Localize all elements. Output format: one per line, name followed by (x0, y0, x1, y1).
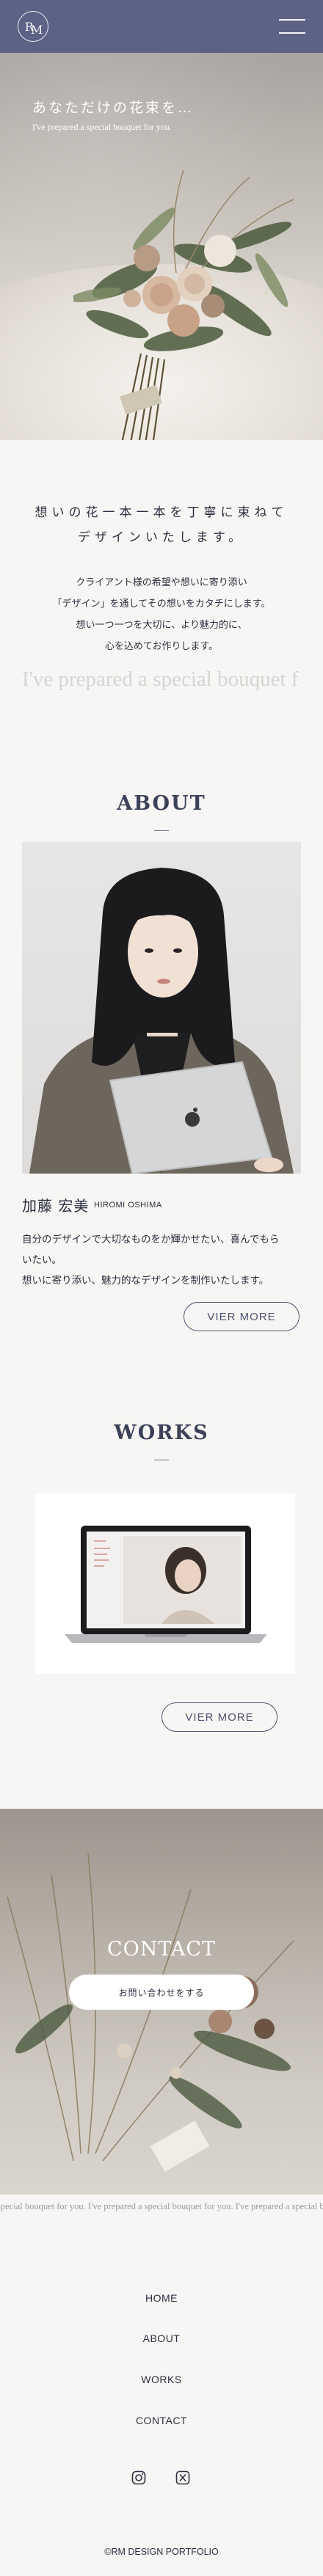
hamburger-line (279, 32, 305, 34)
intro-body: クライアント様の希望や想いに寄り添い 「デザイン」を通してその想いをカタチにしま… (0, 572, 323, 657)
intro-body-line: 心を込めてお作りします。 (104, 641, 219, 652)
profile-photo (22, 842, 301, 1174)
intro-body-line: 「デザイン」を通してその想いをカタチにします。 (52, 599, 271, 610)
laptop-mockup-image (65, 1526, 267, 1643)
profile-name: 加藤 宏美 (22, 1197, 90, 1215)
intro-body-line: 想い一つ一つを大切に、より魅力的に、 (76, 620, 247, 631)
profile-bio-line: 自分のデザインで大切なものをか輝かせたい、喜んでもら (22, 1234, 280, 1245)
page: R M あなただけの花束を… I've prepared a special b… (0, 0, 323, 2576)
intro-heading-line: 想いの花一本一本を丁寧に束ねて (35, 505, 288, 520)
logo-letter-m: M (30, 22, 43, 37)
instagram-icon[interactable] (131, 2470, 147, 2486)
footer-link-works[interactable]: WORKS (0, 2374, 323, 2385)
hero-subtitle: I've prepared a special bouquet for you. (32, 122, 172, 132)
about-view-more-button[interactable]: VIER MORE (184, 1302, 300, 1331)
hamburger-line (279, 19, 305, 21)
hero-section: あなただけの花束を… I've prepared a special bouqu… (0, 53, 323, 440)
works-view-more-button[interactable]: VIER MORE (162, 1702, 277, 1732)
about-heading-divider (154, 830, 169, 831)
profile-bio-line: いたい。 (22, 1254, 62, 1266)
scrolling-tagline-bottom: special bouquet for you. I've prepared a… (0, 2201, 323, 2211)
footer-link-home[interactable]: HOME (0, 2292, 323, 2304)
hamburger-menu-icon[interactable] (279, 19, 305, 34)
works-thumbnail[interactable] (35, 1493, 295, 1674)
rm-logo[interactable]: R M (18, 11, 48, 42)
site-header: R M (0, 0, 323, 53)
bouquet-image (73, 170, 294, 440)
contact-section: CONTACT お問い合わせをする (0, 1809, 323, 2195)
profile-bio: 自分のデザインで大切なものをか輝かせたい、喜んでもら いたい。 想いに寄り添い、… (22, 1229, 304, 1291)
works-heading: WORKS (114, 1421, 209, 1444)
copyright-text: ©RM DESIGN PORTFOLIO (104, 2547, 219, 2557)
hero-title: あなただけの花束を… (32, 100, 195, 116)
intro-heading: 想いの花一本一本を丁寧に束ねて デザインいたします。 (0, 500, 323, 550)
x-twitter-icon[interactable] (175, 2470, 191, 2486)
x-glyph (175, 2470, 190, 2485)
contact-heading: CONTACT (106, 1938, 217, 1961)
footer-link-about[interactable]: ABOUT (0, 2332, 323, 2344)
footer-link-contact[interactable]: CONTACT (0, 2415, 323, 2426)
profile-name-romaji: HIROMI OSHIMA (94, 1201, 162, 1210)
intro-heading-line: デザインいたします。 (77, 530, 246, 545)
scrolling-tagline: I've prepared a special bouquet f (22, 667, 299, 691)
about-heading: ABOUT (117, 792, 206, 815)
profile-photo-illustration (29, 868, 294, 1174)
profile-bio-line: 想いに寄り添い、魅力的なデザインを制作いたします。 (22, 1275, 269, 1287)
instagram-glyph (131, 2470, 146, 2485)
intro-body-line: クライアント様の希望や想いに寄り添い (76, 577, 247, 588)
contact-inquiry-button[interactable]: お問い合わせをする (69, 1975, 254, 2010)
